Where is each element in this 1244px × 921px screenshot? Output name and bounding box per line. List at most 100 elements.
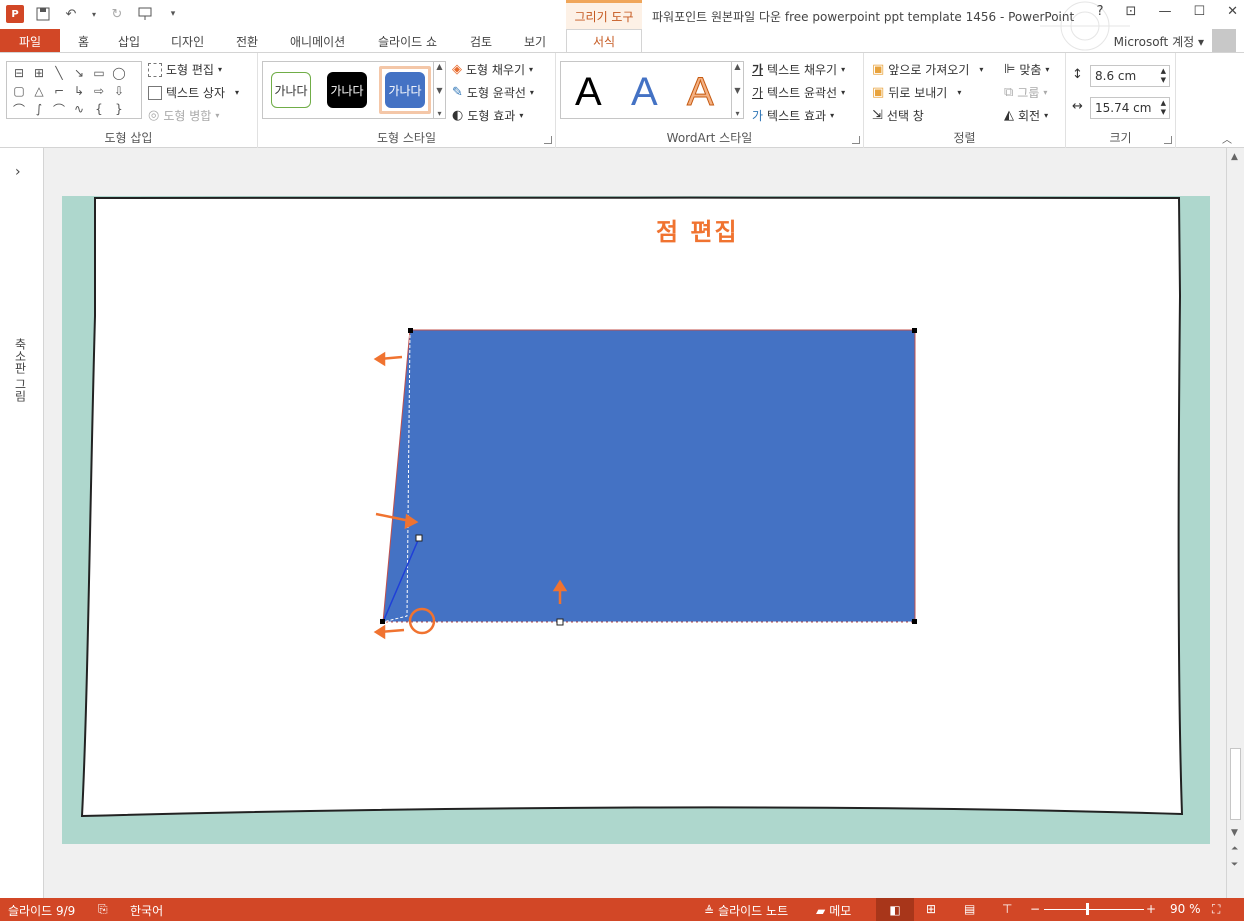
shape-outline-button[interactable]: ✎ 도형 윤곽선 ▾ <box>452 84 534 101</box>
wordart-orange-letter[interactable]: A <box>687 70 715 115</box>
wordart-gallery[interactable]: A A A ▲ ▼ ▾ <box>560 61 744 119</box>
vertical-scrollbar[interactable]: ▲ ▼ ⏶ ⏷ <box>1226 148 1244 898</box>
scribble-shape-icon[interactable]: ∫ <box>29 100 49 118</box>
width-spinner-icon[interactable]: ▲ ▼ <box>1161 99 1166 117</box>
maximize-icon[interactable]: ☐ <box>1193 4 1205 19</box>
shape-effects-button[interactable]: ◐ 도형 효과 ▾ <box>452 107 523 124</box>
thumbnails-label[interactable]: 축소판 그림 <box>12 338 29 402</box>
size-launcher-icon[interactable] <box>1164 136 1172 144</box>
freeform-shape-icon[interactable]: ⌒ <box>9 100 29 118</box>
slideshow-button[interactable]: ⊤ <box>1002 902 1012 916</box>
edit-shape-button[interactable]: 도형 편집 ▾ <box>148 61 222 78</box>
zoom-slider-knob[interactable] <box>1086 903 1089 915</box>
style-swatch-selected-frame[interactable]: 가나다 <box>379 66 431 114</box>
language-indicator[interactable]: 한국어 <box>130 902 163 919</box>
vertical-textbox-shape-icon[interactable]: ⊞ <box>29 64 49 82</box>
tab-design[interactable]: 디자인 <box>171 29 204 53</box>
textbox-shape-icon[interactable]: ⊟ <box>9 64 29 82</box>
zoom-in-icon[interactable]: + <box>1146 902 1156 916</box>
shape-width-field[interactable]: 15.74 cm ▲ ▼ <box>1090 97 1170 119</box>
wordart-scroll[interactable]: ▲ ▼ ▾ <box>731 62 743 118</box>
style-swatch-black[interactable]: 가나다 <box>327 72 367 108</box>
wordart-black-letter[interactable]: A <box>575 70 602 115</box>
expand-thumbnails-icon[interactable]: › <box>15 164 21 180</box>
height-spinner-icon[interactable]: ▲ ▼ <box>1161 67 1166 85</box>
rotate-button[interactable]: ◭ 회전 ▾ <box>1004 107 1048 124</box>
shape-styles-launcher-icon[interactable] <box>544 136 552 144</box>
zoom-level[interactable]: 90 % <box>1170 902 1201 916</box>
tab-review[interactable]: 검토 <box>470 29 492 53</box>
curve-shape-icon[interactable]: ∿ <box>69 100 89 118</box>
shape-styles-scroll[interactable]: ▲ ▼ ▾ <box>433 62 445 118</box>
arc-shape-icon[interactable]: ⌒ <box>49 100 69 118</box>
fit-to-window-icon[interactable]: ⛶ <box>1212 902 1220 917</box>
close-icon[interactable]: ✕ <box>1227 4 1238 19</box>
merge-shapes-button[interactable]: ◎ 도형 병합 ▾ <box>148 107 219 124</box>
right-brace-shape-icon[interactable]: } <box>109 100 129 118</box>
tab-view[interactable]: 보기 <box>524 29 546 53</box>
tab-animations[interactable]: 애니메이션 <box>290 29 345 53</box>
line-shape-icon[interactable]: ╲ <box>49 64 69 82</box>
scroll-up-icon[interactable]: ▲ <box>1231 152 1238 162</box>
slide-title[interactable]: 점 편집 <box>656 212 739 247</box>
shapes-gallery[interactable]: ⊟ ⊞ ╲ ↘ ▭ ◯ ▢ △ ⌐ ↳ ⇨ ⇩ ⌒ ∫ ⌒ ∿ { } <box>6 61 142 119</box>
zoom-out-icon[interactable]: − <box>1030 902 1040 916</box>
avatar[interactable] <box>1212 29 1236 53</box>
oval-shape-icon[interactable]: ◯ <box>109 64 129 82</box>
shape-fill-button[interactable]: ◈ 도형 채우기 ▾ <box>452 61 533 78</box>
wordart-launcher-icon[interactable] <box>852 136 860 144</box>
ribbon-display-options-icon[interactable]: ⊡ <box>1126 4 1137 19</box>
send-backward-button[interactable]: ▣ 뒤로 보내기 ▾ <box>872 84 961 101</box>
save-icon[interactable] <box>34 5 52 23</box>
reading-view-button[interactable]: ▤ <box>964 902 975 916</box>
help-icon[interactable]: ? <box>1097 4 1104 19</box>
previous-slide-icon[interactable]: ⏶ <box>1231 844 1238 854</box>
text-outline-button[interactable]: 가 텍스트 윤곽선 ▾ <box>752 84 845 101</box>
start-from-beginning-icon[interactable] <box>136 5 154 23</box>
tab-format[interactable]: 서식 <box>566 29 642 53</box>
text-effects-button[interactable]: 가 텍스트 효과 ▾ <box>752 107 834 124</box>
bring-forward-button[interactable]: ▣ 앞으로 가져오기 ▾ <box>872 61 983 78</box>
tab-slideshow[interactable]: 슬라이드 쇼 <box>378 29 437 53</box>
arrow-line-shape-icon[interactable]: ↘ <box>69 64 89 82</box>
selection-pane-button[interactable]: ⇲ 선택 창 <box>872 107 924 124</box>
shape-height-field[interactable]: 8.6 cm ▲ ▼ <box>1090 65 1170 87</box>
scrollbar-thumb[interactable] <box>1230 748 1241 820</box>
next-slide-icon[interactable]: ⏷ <box>1231 860 1238 870</box>
zoom-slider-track[interactable] <box>1044 909 1144 910</box>
triangle-shape-icon[interactable]: △ <box>29 82 49 100</box>
powerpoint-app-icon[interactable]: P <box>6 5 24 23</box>
tab-insert[interactable]: 삽입 <box>118 29 140 53</box>
redo-icon[interactable]: ↻ <box>108 5 126 23</box>
minimize-icon[interactable]: — <box>1158 4 1171 19</box>
elbow-arrow-shape-icon[interactable]: ↳ <box>69 82 89 100</box>
slide-sorter-button[interactable]: ⊞ <box>926 902 936 916</box>
undo-icon[interactable]: ↶ <box>62 5 80 23</box>
customize-qat-icon[interactable]: ▾ <box>164 5 182 23</box>
align-button[interactable]: ⊫ 맞춤 ▾ <box>1004 61 1049 78</box>
tab-file[interactable]: 파일 <box>0 29 60 53</box>
tab-home[interactable]: 홈 <box>78 29 89 53</box>
text-fill-button[interactable]: 가 텍스트 채우기 ▾ <box>752 61 845 78</box>
comments-button[interactable]: ▰ 메모 <box>816 902 851 919</box>
group-button[interactable]: ⧉ 그룹 ▾ <box>1004 84 1047 101</box>
collapse-ribbon-icon[interactable]: ︿ <box>1222 131 1232 146</box>
undo-dropdown-icon[interactable]: ▾ <box>90 5 98 23</box>
normal-view-button[interactable]: ◧ <box>876 898 914 921</box>
wordart-blue-letter[interactable]: A <box>631 70 658 115</box>
down-arrow-shape-icon[interactable]: ⇩ <box>109 82 129 100</box>
tab-transitions[interactable]: 전환 <box>236 29 258 53</box>
left-brace-shape-icon[interactable]: { <box>89 100 109 118</box>
rectangle-shape-icon[interactable]: ▭ <box>89 64 109 82</box>
spellcheck-icon[interactable]: ⎘ <box>98 902 108 917</box>
elbow-connector-shape-icon[interactable]: ⌐ <box>49 82 69 100</box>
style-swatch-outline[interactable]: 가나다 <box>271 72 311 108</box>
text-box-button[interactable]: 텍스트 상자 ▾ <box>148 84 239 101</box>
scroll-down-icon[interactable]: ▼ <box>1231 828 1238 838</box>
slide[interactable]: 점 편집 <box>62 196 1210 844</box>
right-arrow-shape-icon[interactable]: ⇨ <box>89 82 109 100</box>
rounded-rect-shape-icon[interactable]: ▢ <box>9 82 29 100</box>
notes-button[interactable]: ≜ 슬라이드 노트 <box>704 902 788 919</box>
account-menu[interactable]: Microsoft 계정 ▾ <box>1114 33 1204 50</box>
shape-styles-gallery[interactable]: 가나다 가나다 가나다 ▲ ▼ ▾ <box>262 61 446 119</box>
